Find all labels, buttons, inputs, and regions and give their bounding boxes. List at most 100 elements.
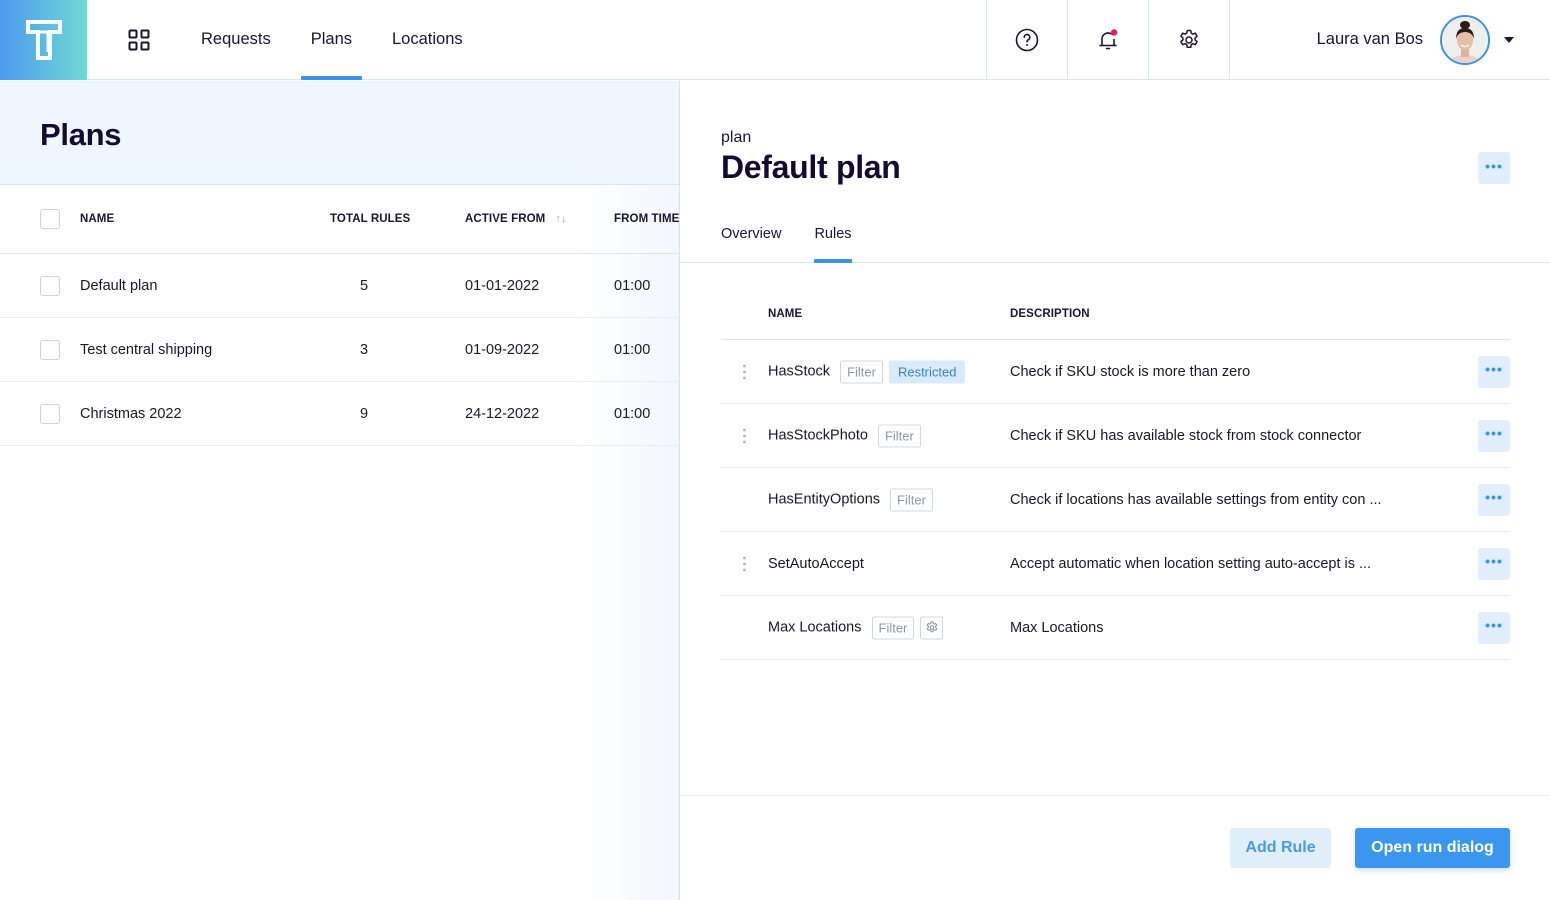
rule-row[interactable]: HasEntityOptions Filter Check if locatio…	[721, 468, 1510, 532]
filter-tag: Filter	[877, 424, 921, 447]
plan-more-options-button[interactable]: •••	[1478, 152, 1510, 184]
rules-table: NAME DESCRIPTION HasStock Filter Restric…	[721, 288, 1510, 660]
rule-name: HasStock	[768, 363, 831, 380]
detail-kicker: plan	[721, 129, 752, 146]
tab-overview[interactable]: Overview	[721, 226, 781, 262]
add-rule-button[interactable]: Add Rule	[1230, 828, 1331, 868]
rule-description: Check if locations has available setting…	[1010, 491, 1382, 508]
rule-row[interactable]: SetAutoAccept Accept automatic when loca…	[721, 532, 1510, 596]
plans-panel: Plans NAME TOTAL RULES ACTIVE FROM ↑↓ FR…	[0, 81, 680, 900]
plan-active-from: 24-12-2022	[465, 405, 540, 422]
plan-name: Test central shipping	[80, 341, 213, 358]
rule-name: HasEntityOptions	[768, 491, 881, 508]
select-all-checkbox[interactable]	[40, 209, 60, 229]
rule-more-options-button[interactable]: •••	[1478, 419, 1510, 452]
table-row[interactable]: Default plan 5 01-01-2022 01:00	[0, 254, 679, 318]
more-horizontal-icon: •••	[1485, 425, 1503, 441]
rule-row[interactable]: HasStock Filter Restricted Check if SKU …	[721, 340, 1510, 404]
rule-more-options-button[interactable]: •••	[1478, 547, 1510, 580]
plan-detail-panel: plan Default plan ••• Overview Rules NAM…	[681, 81, 1550, 900]
avatar	[1440, 14, 1490, 65]
column-header-name: NAME	[768, 307, 803, 320]
more-horizontal-icon: •••	[1485, 553, 1503, 569]
help-icon	[1015, 28, 1039, 51]
plan-from-time: 01:00	[614, 405, 651, 422]
notifications-button[interactable]	[1067, 0, 1148, 79]
user-photo-icon	[1442, 16, 1488, 63]
rule-name: SetAutoAccept	[768, 555, 864, 572]
rule-row[interactable]: HasStockPhoto Filter Check if SKU has av…	[721, 404, 1510, 468]
notification-dot	[1110, 28, 1118, 36]
column-header-name[interactable]: NAME	[80, 213, 114, 225]
table-row[interactable]: Test central shipping 3 01-09-2022 01:00	[0, 318, 679, 382]
filter-tag: Filter	[890, 488, 933, 511]
column-header-active-from-label: ACTIVE FROM	[465, 213, 546, 225]
more-horizontal-icon: •••	[1485, 617, 1503, 633]
plans-table-header: NAME TOTAL RULES ACTIVE FROM ↑↓ FROM TIM…	[0, 185, 679, 254]
plan-total-rules: 3	[360, 341, 369, 358]
plan-from-time: 01:00	[614, 277, 651, 294]
column-header-description: DESCRIPTION	[1010, 307, 1090, 320]
more-horizontal-icon: •••	[1485, 361, 1503, 377]
plan-active-from: 01-01-2022	[465, 277, 540, 294]
detail-tabs: Overview Rules	[721, 226, 885, 263]
row-checkbox[interactable]	[40, 339, 60, 360]
row-checkbox[interactable]	[40, 403, 60, 424]
main-nav: Requests Plans Locations	[191, 0, 493, 80]
drag-handle-icon[interactable]	[743, 364, 747, 379]
help-button[interactable]	[986, 0, 1067, 79]
column-header-total-rules[interactable]: TOTAL RULES	[330, 213, 410, 225]
rule-settings-button[interactable]	[920, 616, 944, 639]
nav-item-requests[interactable]: Requests	[191, 0, 281, 79]
nav-item-locations[interactable]: Locations	[382, 0, 473, 79]
rule-name-cell: HasStock Filter Restricted	[768, 360, 966, 383]
plan-name: Default plan	[80, 277, 158, 294]
plans-header: Plans	[0, 81, 679, 185]
rules-table-header: NAME DESCRIPTION	[721, 288, 1510, 340]
logo-t-icon	[25, 20, 62, 60]
drag-handle-icon[interactable]	[743, 428, 747, 443]
nav-item-plans[interactable]: Plans	[300, 0, 363, 80]
page-title: Plans	[40, 117, 122, 152]
plan-total-rules: 9	[360, 405, 369, 422]
detail-footer: Add Rule Open run dialog	[681, 795, 1550, 900]
rule-more-options-button[interactable]: •••	[1478, 611, 1510, 644]
rule-description: Check if SKU stock is more than zero	[1010, 363, 1251, 380]
rule-description: Max Locations	[1010, 619, 1104, 636]
plans-table: NAME TOTAL RULES ACTIVE FROM ↑↓ FROM TIM…	[0, 185, 679, 446]
open-run-dialog-button[interactable]: Open run dialog	[1355, 828, 1510, 868]
rule-name: HasStockPhoto	[768, 427, 868, 444]
row-checkbox[interactable]	[40, 275, 60, 296]
drag-handle-icon[interactable]	[743, 556, 747, 571]
tab-rules[interactable]: Rules	[814, 226, 852, 263]
table-row[interactable]: Christmas 2022 9 24-12-2022 01:00	[0, 382, 679, 446]
settings-button[interactable]	[1148, 0, 1229, 79]
plan-detail-header: plan Default plan ••• Overview Rules	[681, 81, 1550, 263]
column-header-from-time[interactable]: FROM TIME	[614, 213, 679, 225]
column-header-active-from[interactable]: ACTIVE FROM ↑↓	[465, 213, 567, 225]
filter-tag: Filter	[840, 360, 883, 383]
user-menu[interactable]: Laura van Bos	[1229, 0, 1550, 79]
restricted-tag: Restricted	[888, 360, 966, 383]
rule-description: Check if SKU has available stock from st…	[1010, 427, 1362, 444]
rule-row[interactable]: Max Locations Filter Max Locations •••	[721, 596, 1510, 660]
rule-name-cell: SetAutoAccept	[768, 556, 868, 572]
settings-icon	[926, 621, 938, 633]
rule-more-options-button[interactable]: •••	[1478, 483, 1510, 516]
user-name: Laura van Bos	[1316, 30, 1423, 48]
settings-icon	[1180, 29, 1198, 48]
app-logo[interactable]	[0, 0, 87, 80]
rule-name: Max Locations	[768, 619, 862, 636]
rule-name-cell: HasEntityOptions Filter	[768, 488, 933, 511]
plan-from-time: 01:00	[614, 341, 651, 358]
rule-more-options-button[interactable]: •••	[1478, 355, 1510, 388]
plan-active-from: 01-09-2022	[465, 341, 540, 358]
detail-title: Default plan	[721, 149, 901, 185]
more-horizontal-icon: •••	[1485, 157, 1503, 174]
grid-icon	[128, 29, 150, 50]
rule-name-cell: Max Locations Filter	[768, 616, 944, 639]
sort-icon[interactable]: ↑↓	[555, 213, 566, 225]
bell-icon	[1099, 28, 1118, 49]
filter-tag: Filter	[871, 616, 915, 639]
apps-grid-button[interactable]	[87, 0, 191, 79]
